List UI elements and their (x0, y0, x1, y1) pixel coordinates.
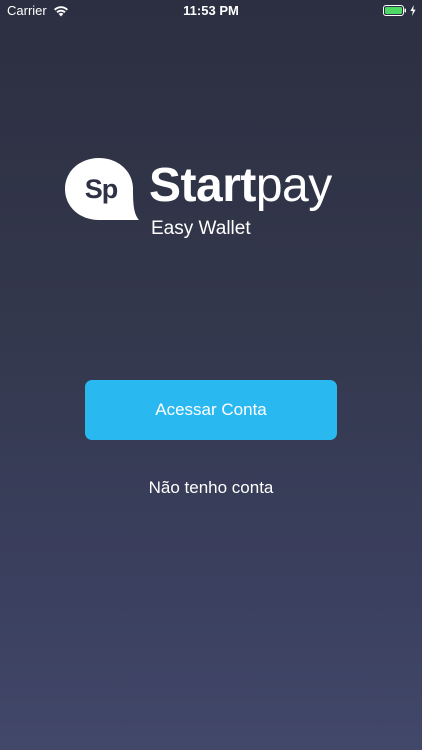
status-bar: Carrier 11:53 PM (0, 0, 422, 22)
login-screen: Carrier 11:53 PM Sp Startpay Easy Wallet… (0, 0, 422, 750)
no-account-link[interactable]: Não tenho conta (0, 478, 422, 498)
status-right (383, 4, 416, 16)
logo-mark-text: Sp (84, 174, 119, 204)
startpay-logo: Sp Startpay Easy Wallet (63, 152, 363, 248)
brand-name-bold: Start (149, 159, 256, 212)
brand-name-light: pay (255, 159, 332, 212)
battery-icon (383, 4, 407, 16)
logo-bubble-icon: Sp (63, 156, 141, 222)
status-time: 11:53 PM (183, 3, 239, 18)
access-account-button[interactable]: Acessar Conta (85, 380, 337, 440)
tagline: Easy Wallet (151, 218, 251, 239)
brand-name: Startpay (149, 160, 332, 212)
charging-bolt-icon (410, 4, 416, 16)
